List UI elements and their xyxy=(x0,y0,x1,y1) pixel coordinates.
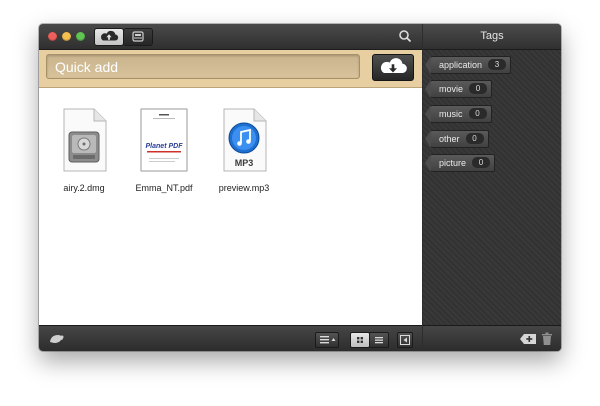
file-name: Emma_NT.pdf xyxy=(135,183,193,193)
app-window: Quick add airy.2.dmg Planet PDF Emma_NT.… xyxy=(39,24,561,351)
tag-label: application xyxy=(439,60,483,70)
tag-count: 3 xyxy=(488,59,507,70)
tags-title: Tags xyxy=(423,24,561,50)
pdf-thumb-text: Planet PDF xyxy=(146,143,184,150)
file-item[interactable]: Planet PDF Emma_NT.pdf xyxy=(126,108,202,193)
grid-view-icon xyxy=(357,337,363,343)
quick-add-button[interactable] xyxy=(372,54,414,81)
file-grid: airy.2.dmg Planet PDF Emma_NT.pdf MP3 pr… xyxy=(39,88,422,325)
close-button[interactable] xyxy=(48,32,57,41)
quick-add-bar: Quick add xyxy=(39,50,422,88)
mp3-thumb-text: MP3 xyxy=(235,158,254,168)
toggle-panel-button[interactable] xyxy=(397,332,413,348)
tag-count: 0 xyxy=(472,157,491,168)
file-item[interactable]: MP3 preview.mp3 xyxy=(206,108,282,193)
tag-application[interactable]: application 3 xyxy=(424,56,512,74)
files-pane: Quick add airy.2.dmg Planet PDF Emma_NT.… xyxy=(39,24,422,351)
disk-image-icon xyxy=(63,108,107,172)
music-file-icon: MP3 xyxy=(223,108,267,172)
cloud-download-icon xyxy=(380,58,407,74)
tag-music[interactable]: music 0 xyxy=(425,105,492,123)
tag-label: picture xyxy=(439,158,467,168)
drive-icon xyxy=(132,31,144,42)
toolbar xyxy=(39,24,422,50)
tag-label: other xyxy=(439,134,460,144)
upload-toggle-button[interactable] xyxy=(94,28,124,46)
tag-count: 0 xyxy=(465,133,484,144)
quick-add-input[interactable]: Quick add xyxy=(46,54,360,79)
drive-toggle-button[interactable] xyxy=(123,28,153,46)
tag-movie[interactable]: movie 0 xyxy=(424,80,493,98)
tag-other[interactable]: other 0 xyxy=(425,130,489,148)
grid-view-button[interactable] xyxy=(350,332,370,348)
search-icon xyxy=(399,30,412,43)
bottom-toolbar xyxy=(39,325,422,351)
add-tag-icon[interactable] xyxy=(519,333,537,345)
pdf-document-icon: Planet PDF xyxy=(140,108,188,172)
tag-label: music xyxy=(439,109,463,119)
file-name: preview.mp3 xyxy=(218,183,270,193)
turtle-icon[interactable] xyxy=(48,333,64,345)
zoom-button[interactable] xyxy=(76,32,85,41)
sort-menu-icon xyxy=(320,336,336,344)
trash-icon[interactable] xyxy=(541,332,553,346)
toggle-panel-icon xyxy=(400,335,410,345)
search-button[interactable] xyxy=(398,29,412,43)
file-name: airy.2.dmg xyxy=(63,183,105,193)
list-view-button[interactable] xyxy=(369,332,389,348)
tag-count: 0 xyxy=(469,83,488,94)
file-item[interactable]: airy.2.dmg xyxy=(46,108,122,193)
tags-toolbar xyxy=(423,325,561,351)
tags-pane: Tags application 3 movie 0 music 0 other 0 p… xyxy=(423,24,561,351)
tag-picture[interactable]: picture 0 xyxy=(424,154,496,172)
tag-count: 0 xyxy=(468,108,487,119)
minimize-button[interactable] xyxy=(62,32,71,41)
cloud-upload-icon xyxy=(100,30,119,41)
list-view-icon xyxy=(375,337,383,344)
sort-menu-button[interactable] xyxy=(315,332,339,348)
tag-label: movie xyxy=(439,84,464,94)
